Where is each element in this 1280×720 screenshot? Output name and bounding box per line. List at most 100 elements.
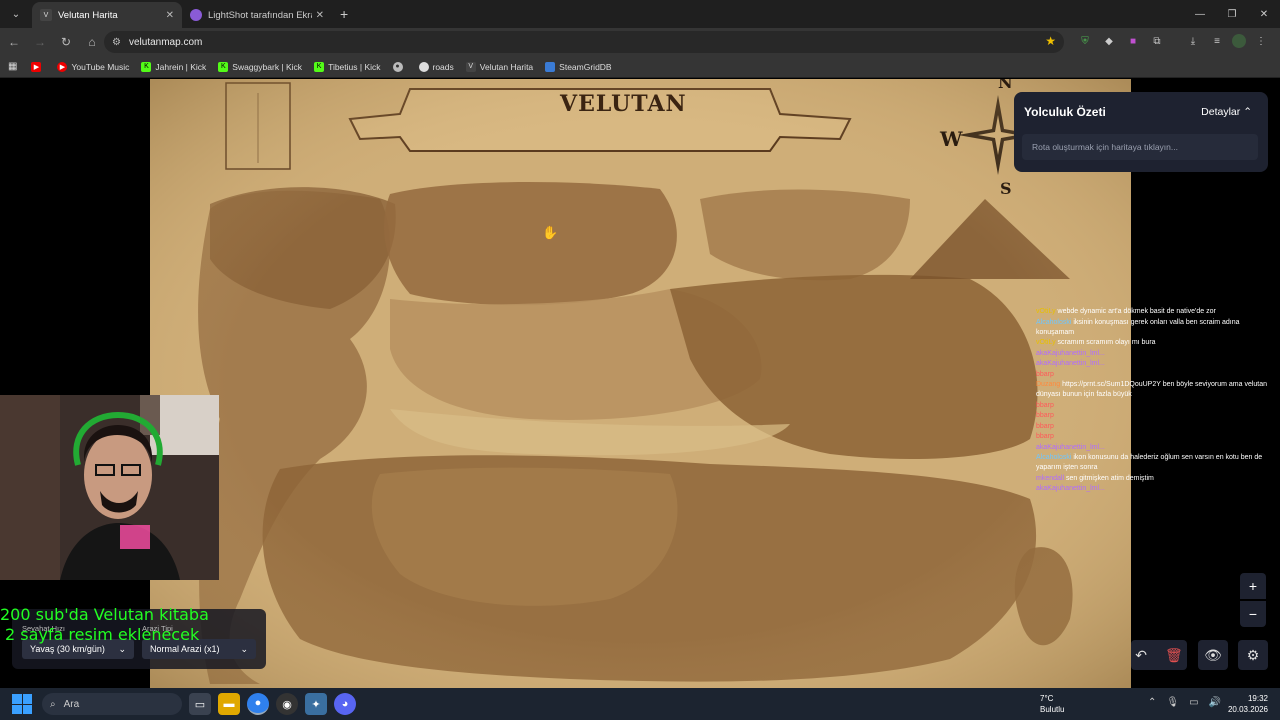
chat-message: akaKajuhanettin_lml... [1036, 443, 1276, 453]
chat-username: akaKajuhanettin_lml... [1036, 360, 1105, 367]
zoom-in-button[interactable]: + [1240, 573, 1266, 599]
network-icon[interactable]: ▭ [1189, 697, 1198, 708]
restore-icon[interactable]: ❐ [1216, 0, 1248, 28]
browser-toolbar: ← → ↻ ⌂ ⚙ velutanmap.com ★ ⛨ ◆ ■ ⧉ ⤓ ≡ ⋮ [0, 28, 1280, 56]
file-explorer-icon[interactable]: ▬ [218, 693, 240, 715]
chat-username: akaKajuhanettin_lml... [1036, 349, 1105, 357]
chat-message: Alcaholoski ikon konusunu da halederiz o… [1036, 453, 1276, 473]
system-tray: ⌃ 🎙 ▭ 🔊 [1148, 697, 1221, 708]
bookmark-tibetius[interactable]: K Tibetius | Kick [314, 61, 381, 72]
home-icon[interactable]: ⌂ [80, 30, 104, 54]
chat-username: akaKajuhanettin_lml... [1036, 443, 1105, 451]
address-bar[interactable]: ⚙ velutanmap.com ★ [104, 31, 1064, 53]
chat-message: bbarp [1036, 401, 1276, 411]
search-placeholder: Ara [63, 698, 80, 710]
profile-avatar[interactable] [1232, 34, 1246, 48]
extension-icon-2[interactable]: ■ [1124, 32, 1142, 50]
chat-message: akaKajuhanettin_lml... [1036, 359, 1276, 369]
obs-icon[interactable]: ◉ [276, 693, 298, 715]
minimize-icon[interactable]: — [1184, 0, 1216, 28]
apps-grid-icon[interactable]: ▦ [8, 61, 17, 72]
bookmark-star-icon[interactable]: ★ [1045, 34, 1056, 48]
chat-username: vOtiLy [1036, 308, 1056, 315]
chat-text: scramım scramım olayı mı bura [1057, 339, 1156, 346]
chat-username: bbarp [1036, 401, 1054, 409]
overlay-line-1: 200 sub'da Velutan kitaba [0, 605, 209, 624]
volume-icon[interactable]: 🔊 [1209, 697, 1221, 708]
kick-icon: K [314, 61, 325, 72]
bookmark-label: SteamGridDB [559, 61, 612, 72]
bookmark-label: Tibetius | Kick [328, 61, 381, 72]
url-text: velutanmap.com [128, 36, 203, 48]
clock-date: 20.03.2026 [1227, 705, 1268, 714]
screen: ⌄ V Velutan Harita ✕ LightShot tarafında… [0, 0, 1280, 720]
bookmark-roads[interactable]: roads [418, 61, 454, 72]
kick-icon: K [141, 61, 152, 72]
delete-icon[interactable]: 🗑 [1165, 647, 1183, 664]
bookmark-youtube-shortcut[interactable]: ▶ [31, 61, 45, 72]
stream-overlay-text: 200 sub'da Velutan kitaba 2 sayfa resim … [0, 605, 209, 645]
compass-north: N [998, 79, 1013, 92]
view-toggle-button[interactable]: 👁 [1198, 640, 1228, 670]
chat-username: vOtiLy [1036, 339, 1056, 346]
chat-message: vOtiLy webde dynamic art'a dökmek basit … [1036, 307, 1276, 317]
shield-extension-icon[interactable]: ⛨ [1076, 32, 1094, 50]
chrome-icon[interactable]: ● [247, 693, 269, 715]
close-icon[interactable]: ✕ [166, 10, 174, 21]
chat-message: bbarp [1036, 370, 1276, 380]
system-clock[interactable]: 19:32 20.03.2026 [1228, 693, 1268, 715]
tab-lightshot[interactable]: LightShot tarafından Ekran Görü ✕ [182, 2, 332, 28]
page-content: VELUTAN N W S ✋ Yolculuk Özeti Detaylar … [0, 79, 1280, 688]
undo-icon[interactable]: ↶ [1135, 647, 1147, 664]
weather-temp: 7°C [1040, 694, 1054, 703]
chat-message: vOtiLy scramım scramım olayı mı bura [1036, 338, 1276, 348]
tab-velutan-harita[interactable]: V Velutan Harita ✕ [32, 2, 182, 28]
tab-title: Velutan Harita [58, 9, 118, 21]
discord-icon[interactable]: ◕ [334, 693, 356, 715]
details-toggle[interactable]: Detaylar ⌃ [1201, 106, 1252, 118]
site-info-icon[interactable]: ⚙ [112, 37, 121, 48]
map-illustration [150, 79, 1131, 688]
close-icon[interactable]: ✕ [316, 10, 324, 21]
bookmark-swaggybark[interactable]: K Swaggybark | Kick [218, 61, 303, 72]
download-icon[interactable]: ⤓ [1184, 32, 1202, 50]
chat-username: Alcaholoski [1036, 318, 1072, 326]
back-icon[interactable]: ← [2, 30, 26, 54]
bookmark-jahrein[interactable]: K Jahrein | Kick [141, 61, 206, 72]
compass-west: W [940, 127, 963, 151]
velutan-map[interactable]: VELUTAN N W S ✋ [150, 79, 1131, 688]
app-icon[interactable]: ✦ [305, 693, 327, 715]
chat-text: webde dynamic art'a dökmek basit de nati… [1057, 308, 1216, 315]
reload-icon[interactable]: ↻ [54, 30, 78, 54]
menu-kebab-icon[interactable]: ⋮ [1252, 32, 1270, 50]
bookmark-velutan[interactable]: V Velutan Harita [465, 61, 533, 72]
microphone-icon[interactable]: 🎙 [1166, 697, 1179, 708]
chevron-up-icon: ⌃ [1243, 106, 1252, 118]
settings-button[interactable]: ⚙ [1238, 640, 1268, 670]
zoom-out-button[interactable]: − [1240, 601, 1266, 627]
chat-text: https://prnt.sc/Sum1DQouUP2Y ben böyle s… [1036, 381, 1268, 398]
globe-icon: ● [392, 61, 403, 72]
forward-icon[interactable]: → [28, 30, 52, 54]
task-view-icon[interactable]: ▭ [189, 693, 211, 715]
velutan-icon: V [465, 61, 476, 72]
bookmark-steamgriddb[interactable]: SteamGridDB [545, 61, 612, 72]
chat-message: akaKajuhanettin_lml... [1036, 484, 1276, 494]
close-window-icon[interactable]: ✕ [1248, 0, 1280, 28]
chevron-up-icon[interactable]: ⌃ [1148, 697, 1156, 708]
bookmarks-bar: ▦ ▶ ▶ YouTube Music K Jahrein | Kick K Swag… [0, 56, 1280, 78]
reading-list-icon[interactable]: ≡ [1208, 32, 1226, 50]
start-button[interactable] [12, 694, 32, 714]
chat-username: bbarp [1036, 412, 1054, 419]
new-tab-button[interactable]: + [340, 6, 348, 22]
bookmark-globe[interactable]: ● [392, 61, 407, 72]
extensions-puzzle-icon[interactable]: ⧉ [1148, 32, 1166, 50]
taskbar-search[interactable]: ⌕ Ara [42, 693, 182, 715]
hand-cursor-icon: ✋ [542, 225, 559, 240]
tab-search-button[interactable]: ⌄ [4, 2, 28, 26]
bookmark-label: Swaggybark | Kick [232, 61, 303, 72]
bookmark-youtube-music[interactable]: ▶ YouTube Music [57, 61, 129, 72]
weather-widget[interactable]: 7°C Bulutlu [1040, 693, 1064, 715]
extension-icon[interactable]: ◆ [1100, 32, 1118, 50]
chat-message: akaKajuhanettin_lml... [1036, 349, 1276, 359]
